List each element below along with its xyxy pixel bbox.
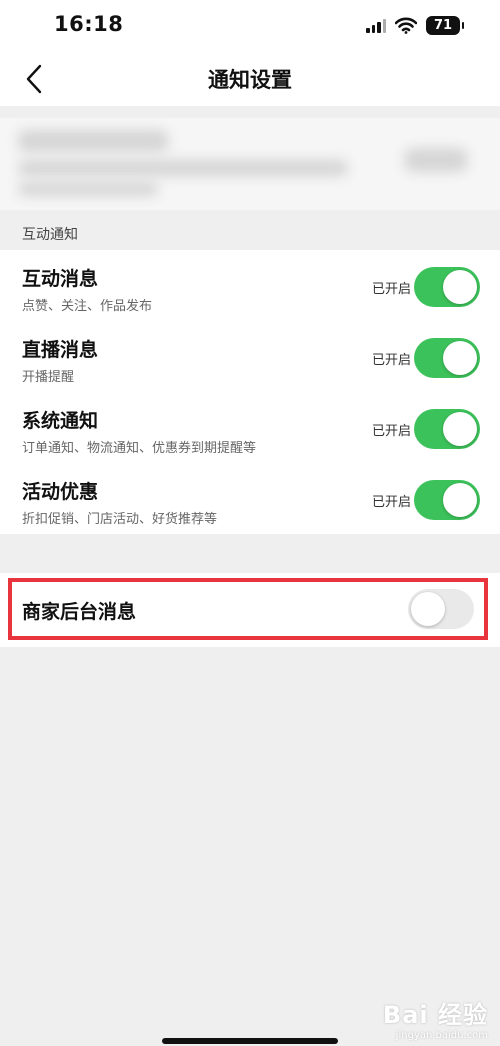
home-indicator[interactable] <box>162 1038 338 1044</box>
highlight-annotation-box <box>8 578 488 640</box>
item-subtitle: 折扣促销、门店活动、好货推荐等 <box>22 512 218 527</box>
item-title: 活动优惠 <box>22 481 99 503</box>
item-title: 直播消息 <box>22 339 99 361</box>
item-status: 已开启 <box>371 353 411 368</box>
list-item: 直播消息 开播提醒 已开启 <box>0 321 500 392</box>
toggle-knob <box>443 483 477 517</box>
list-item: 互动消息 点赞、关注、作品发布 已开启 <box>0 250 500 321</box>
item-subtitle: 点赞、关注、作品发布 <box>22 299 153 314</box>
nav-bar: 通知设置 <box>0 50 500 106</box>
item-subtitle: 开播提醒 <box>22 370 75 385</box>
list-item: 系统通知 订单通知、物流通知、优惠券到期提醒等 已开启 <box>0 392 500 463</box>
item-subtitle: 订单通知、物流通知、优惠券到期提醒等 <box>22 441 257 456</box>
watermark-url: jingyan.baidu.com <box>395 1030 488 1041</box>
status-time: 16:18 <box>54 12 124 36</box>
toggle-switch[interactable] <box>414 480 480 520</box>
cellular-signal-icon <box>366 17 386 33</box>
section-header: 互动通知 <box>22 227 78 243</box>
notification-list: 互动消息 点赞、关注、作品发布 已开启 直播消息 开播提醒 已开启 系统通知 订… <box>0 250 500 534</box>
watermark-logo: Bai 经验 <box>382 1001 488 1029</box>
battery-icon: 71 <box>426 15 464 35</box>
item-status: 已开启 <box>371 282 411 297</box>
toggle-switch[interactable] <box>414 267 480 307</box>
page-title: 通知设置 <box>208 68 292 92</box>
toggle-knob <box>443 412 477 446</box>
watermark: Bai 经验 jingyan.baidu.com <box>383 995 488 1041</box>
item-title: 互动消息 <box>22 268 99 290</box>
blurred-setting-card <box>0 118 500 210</box>
list-item: 活动优惠 折扣促销、门店活动、好货推荐等 已开启 <box>0 463 500 534</box>
item-status: 已开启 <box>371 495 411 510</box>
toggle-knob <box>443 341 477 375</box>
status-icons: 71 <box>366 14 464 36</box>
item-title: 系统通知 <box>22 410 99 432</box>
toggle-switch[interactable] <box>414 338 480 378</box>
item-status: 已开启 <box>371 424 411 439</box>
toggle-switch[interactable] <box>414 409 480 449</box>
status-bar: 16:18 71 <box>0 0 500 50</box>
wifi-icon <box>395 17 417 34</box>
toggle-knob <box>443 270 477 304</box>
